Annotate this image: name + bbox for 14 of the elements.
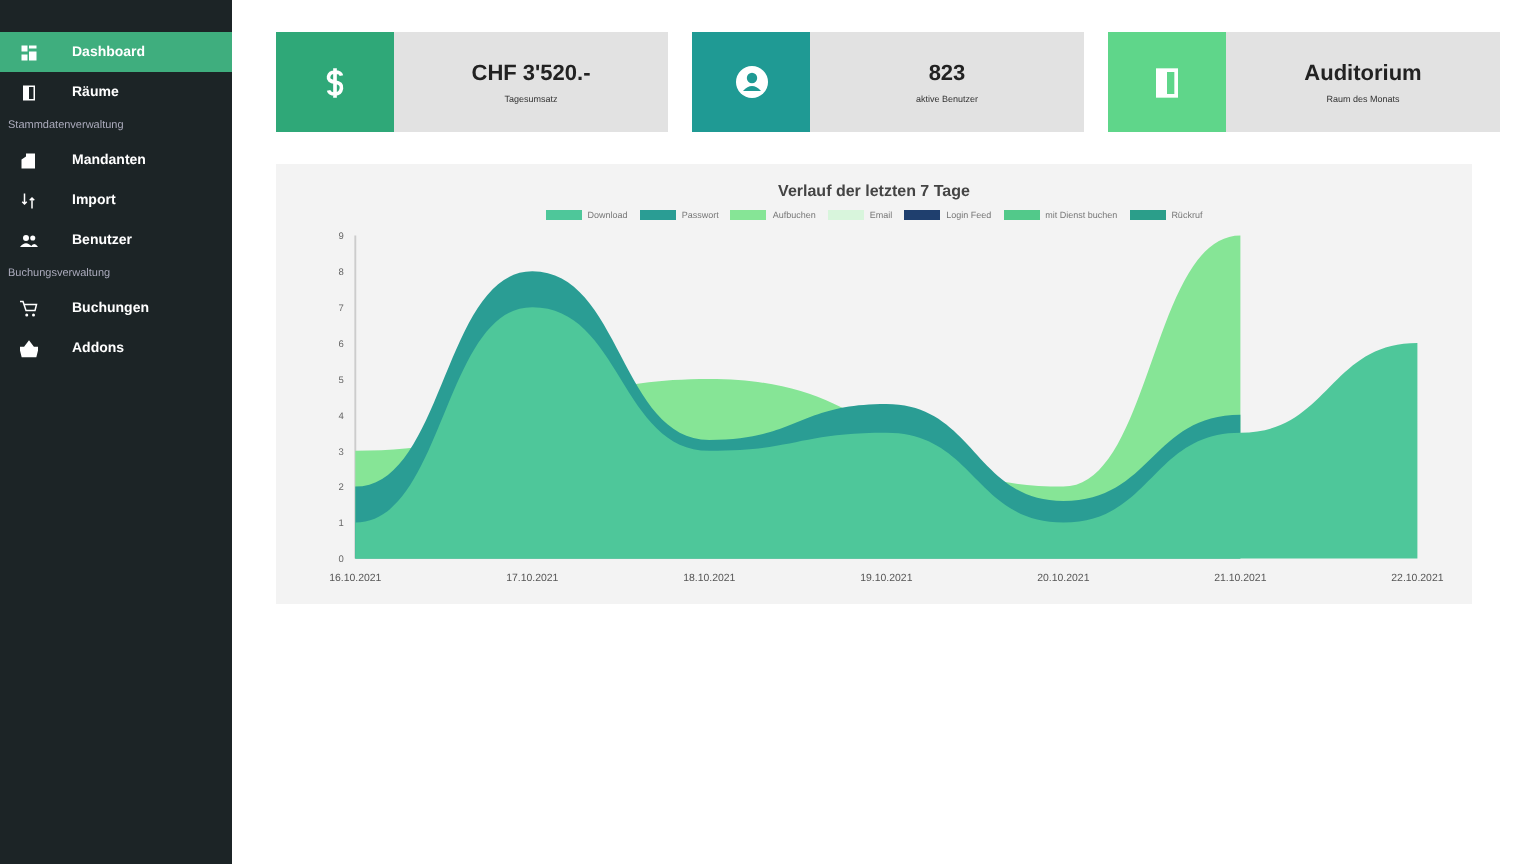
user-icon: [735, 66, 767, 98]
basket-icon: [20, 339, 38, 357]
chart-title: Verlauf der letzten 7 Tage: [778, 182, 970, 200]
dashboard-icon: [20, 43, 38, 61]
stat-value: CHF 3'520.-: [471, 61, 591, 85]
cart-icon: [20, 299, 38, 317]
dollar-icon: [324, 67, 346, 97]
stat-value: Auditorium: [1304, 61, 1422, 85]
door-icon: [1156, 67, 1178, 97]
arrows-icon: [20, 191, 38, 209]
building-icon: [20, 151, 38, 169]
door-icon: [20, 83, 38, 101]
stat-value: 823: [928, 61, 966, 85]
users-icon: [20, 231, 38, 249]
